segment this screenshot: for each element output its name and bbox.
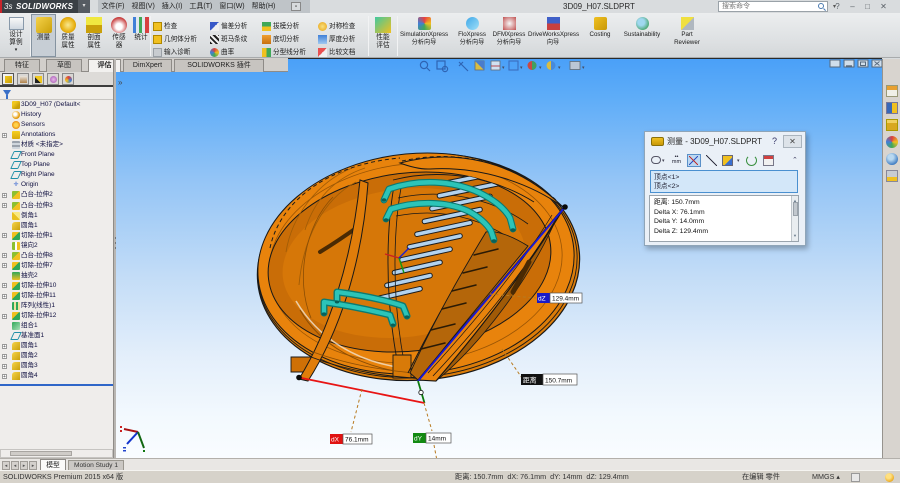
svg-text:▾: ▾ [539,65,542,71]
svg-text:▾: ▾ [520,65,523,71]
svg-text:▾: ▾ [502,65,505,71]
svg-text:dY: dY [414,436,423,443]
svg-text:dX: dX [331,437,340,444]
svg-text:14mm: 14mm [428,436,446,443]
svg-text:dZ: dZ [538,296,546,303]
svg-text:▾: ▾ [558,65,561,71]
svg-text:150.7mm: 150.7mm [545,378,572,385]
svg-text:129.4mm: 129.4mm [552,296,579,303]
svg-text:76.1mm: 76.1mm [345,437,368,444]
svg-text:▾: ▾ [582,65,585,71]
svg-text:»: » [118,78,123,87]
svg-text:距离: 距离 [523,376,537,385]
